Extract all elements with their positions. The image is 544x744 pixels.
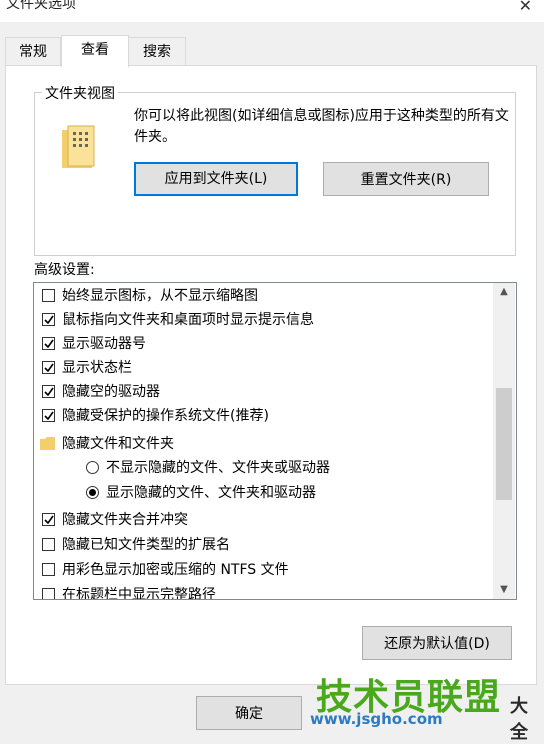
- list-item-label: 始终显示图标，从不显示缩略图: [62, 288, 258, 304]
- checkbox[interactable]: [42, 385, 55, 398]
- checkbox[interactable]: [42, 563, 55, 576]
- folder-view-icon: [62, 125, 95, 168]
- list-item-label: 用彩色显示加密或压缩的 NTFS 文件: [62, 562, 289, 578]
- advanced-settings-label: 高级设置:: [34, 262, 95, 278]
- checkbox[interactable]: [42, 337, 55, 350]
- list-item[interactable]: 隐藏文件夹合并冲突: [42, 508, 188, 532]
- scrollbar-thumb[interactable]: [496, 388, 512, 500]
- checkbox[interactable]: [42, 513, 55, 526]
- list-item[interactable]: 用彩色显示加密或压缩的 NTFS 文件: [42, 558, 289, 582]
- list-item-label: 隐藏已知文件类型的扩展名: [62, 537, 230, 553]
- watermark-suffix: 大全: [510, 696, 528, 743]
- list-item[interactable]: 鼠标指向文件夹和桌面项时显示提示信息: [42, 308, 314, 332]
- ok-button[interactable]: 确定: [196, 696, 302, 730]
- reset-folders-button[interactable]: 重置文件夹(R): [323, 162, 489, 196]
- list-item[interactable]: 在标题栏中显示完整路径: [42, 583, 216, 600]
- list-item[interactable]: 隐藏空的驱动器: [42, 380, 160, 404]
- restore-defaults-button[interactable]: 还原为默认值(D): [362, 626, 512, 660]
- checkbox[interactable]: [42, 289, 55, 302]
- list-item-label: 显示隐藏的文件、文件夹和驱动器: [106, 485, 316, 501]
- list-item-label: 隐藏文件夹合并冲突: [62, 512, 188, 528]
- scroll-down-arrow-icon[interactable]: ▼: [493, 581, 515, 599]
- list-item-label: 隐藏受保护的操作系统文件(推荐): [62, 408, 269, 424]
- apply-to-folders-button[interactable]: 应用到文件夹(L): [134, 162, 298, 196]
- folder-views-label: 文件夹视图: [42, 83, 118, 103]
- list-item: 隐藏文件和文件夹: [40, 432, 174, 456]
- list-item-label: 不显示隐藏的文件、文件夹或驱动器: [106, 460, 330, 476]
- list-item-label: 隐藏空的驱动器: [62, 384, 160, 400]
- title-bar: 文件夹选项 ✕: [0, 0, 544, 22]
- window-title: 文件夹选项: [6, 0, 76, 12]
- list-item-label: 隐藏文件和文件夹: [62, 436, 174, 452]
- list-item-label: 显示驱动器号: [62, 336, 146, 352]
- scroll-up-arrow-icon[interactable]: ▲: [493, 283, 515, 301]
- vertical-scrollbar[interactable]: ▲ ▼: [493, 283, 515, 599]
- checkbox[interactable]: [42, 538, 55, 551]
- tab-view[interactable]: 查看: [61, 35, 129, 67]
- radio-button[interactable]: [86, 486, 99, 499]
- tab-general[interactable]: 常规: [5, 37, 61, 66]
- checkbox[interactable]: [42, 313, 55, 326]
- list-item[interactable]: 隐藏已知文件类型的扩展名: [42, 533, 230, 557]
- list-item[interactable]: 显示驱动器号: [42, 332, 146, 356]
- close-icon[interactable]: ✕: [519, 0, 532, 15]
- list-item-label: 显示状态栏: [62, 360, 132, 376]
- checkbox[interactable]: [42, 588, 55, 599]
- radio-button[interactable]: [86, 461, 99, 474]
- folder-icon: [40, 437, 55, 450]
- watermark-url: www.jsgho.com: [310, 710, 443, 728]
- list-item[interactable]: 始终显示图标，从不显示缩略图: [42, 284, 258, 308]
- advanced-settings-list[interactable]: 始终显示图标，从不显示缩略图 鼠标指向文件夹和桌面项时显示提示信息 显示驱动器号…: [33, 282, 517, 600]
- list-item[interactable]: 显示状态栏: [42, 356, 132, 380]
- list-item[interactable]: 显示隐藏的文件、文件夹和驱动器: [86, 481, 316, 505]
- checkbox[interactable]: [42, 409, 55, 422]
- tab-search[interactable]: 搜索: [128, 37, 186, 66]
- list-item[interactable]: 不显示隐藏的文件、文件夹或驱动器: [86, 456, 330, 480]
- list-item-label: 在标题栏中显示完整路径: [62, 587, 216, 600]
- folder-views-description: 你可以将此视图(如详细信息或图标)应用于这种类型的所有文件夹。: [134, 108, 509, 145]
- list-item[interactable]: 隐藏受保护的操作系统文件(推荐): [42, 404, 269, 428]
- checkbox[interactable]: [42, 361, 55, 374]
- list-item-label: 鼠标指向文件夹和桌面项时显示提示信息: [62, 312, 314, 328]
